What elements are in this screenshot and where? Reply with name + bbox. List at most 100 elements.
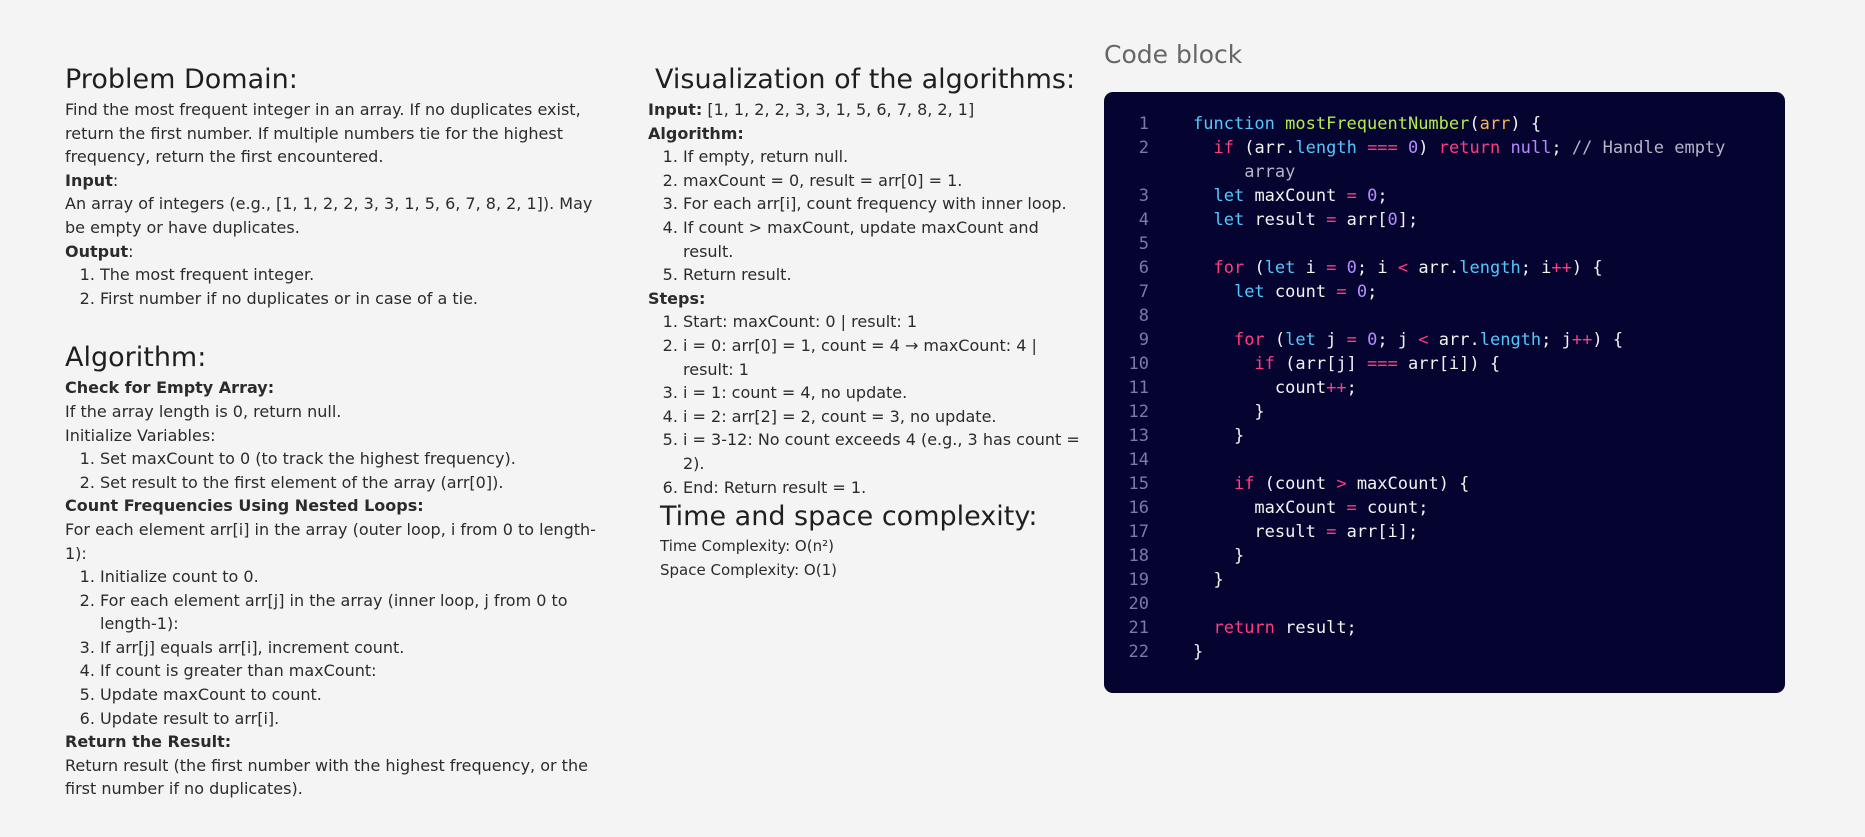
line-number: 15 (1128, 474, 1149, 494)
line-number: 1 (1138, 114, 1149, 134)
line-number: 6 (1138, 258, 1149, 278)
code-line: 16 maxCount = count; (1104, 496, 1785, 520)
code-column: Code block 1 function mostFrequentNumber(… (1104, 38, 1785, 693)
code-line: 18 } (1104, 544, 1785, 568)
list-item: Start: maxCount: 0 | result: 1 (683, 310, 1088, 334)
code-text: count++; (1193, 378, 1357, 398)
code-text: for (let i = 0; i < arr.length; i++) { (1213, 258, 1603, 278)
output-list: The most frequent integer. First number … (65, 263, 615, 310)
time-complexity: Time Complexity: O(n²) (660, 537, 834, 556)
code-text: if (arr.length === 0) return null; // Ha… (1213, 138, 1726, 182)
line-number: 3 (1138, 186, 1149, 206)
list-item: If count > maxCount, update maxCount and… (683, 216, 1088, 263)
count-text: For each element arr[i] in the array (ou… (65, 519, 596, 563)
algorithm-heading: Algorithm: (65, 342, 207, 374)
return-text: Return result (the first number with the… (65, 755, 588, 799)
viz-input-label: Input: (648, 100, 703, 119)
input-section: Input: (65, 170, 119, 190)
input-label: Input (65, 170, 113, 190)
space-complexity: Space Complexity: O(1) (660, 560, 837, 579)
list-item: i = 3-12: No count exceeds 4 (e.g., 3 ha… (683, 428, 1088, 475)
viz-steps-list: Start: maxCount: 0 | result: 1 i = 0: ar… (648, 310, 1088, 499)
list-item: The most frequent integer. (100, 263, 615, 287)
code-line: 4 let result = arr[0]; (1104, 208, 1785, 232)
code-text: for (let j = 0; j < arr.length; j++) { (1233, 330, 1624, 350)
code-line: 14 (1104, 448, 1785, 472)
check-empty-text: If the array length is 0, return null. (65, 401, 342, 421)
list-item: Set result to the first element of the a… (100, 471, 615, 495)
code-line: 8 (1104, 304, 1785, 328)
list-item: Return result. (683, 263, 1088, 287)
output-section: Output: (65, 241, 134, 261)
line-number: 11 (1128, 378, 1149, 398)
code-line: 21 return result; (1104, 616, 1785, 640)
line-number: 10 (1128, 354, 1149, 374)
complexity-heading: Time and space complexity: (660, 501, 1038, 533)
visualization-heading: Visualization of the algorithms: (655, 64, 1076, 95)
code-text: } (1193, 642, 1204, 662)
problem-description: Find the most frequent integer in an arr… (65, 100, 581, 167)
code-text: if (arr[j] === arr[i]) { (1254, 354, 1501, 374)
code-line: 1 function mostFrequentNumber(arr) { (1104, 112, 1785, 136)
code-line: 7 let count = 0; (1104, 280, 1785, 304)
code-block-heading: Code block (1104, 40, 1243, 69)
list-item: If empty, return null. (683, 145, 1088, 169)
viz-steps-label: Steps: (648, 288, 706, 308)
list-item: Update result to arr[i]. (100, 707, 615, 731)
list-item: If arr[j] equals arr[i], increment count… (100, 636, 615, 660)
list-item: i = 2: arr[2] = 2, count = 3, no update. (683, 405, 1088, 429)
problem-domain-heading: Problem Domain: (65, 64, 298, 95)
code-text: } (1193, 402, 1265, 422)
list-item: First number if no duplicates or in case… (100, 287, 615, 311)
list-item: For each arr[i], count frequency with in… (683, 192, 1088, 216)
output-label: Output (65, 241, 129, 261)
code-text: result = arr[i]; (1193, 522, 1419, 542)
list-item: If count is greater than maxCount: (100, 659, 615, 683)
line-number: 7 (1138, 282, 1149, 302)
code-line: 3 let maxCount = 0; (1104, 184, 1785, 208)
init-list: Set maxCount to 0 (to track the highest … (65, 447, 615, 494)
code-line: 2 if (arr.length === 0) return null; // … (1104, 136, 1785, 184)
code-text: return result; (1213, 618, 1357, 638)
input-text: An array of integers (e.g., [1, 1, 2, 2,… (65, 194, 593, 237)
line-number: 14 (1128, 450, 1149, 470)
code-block: 1 function mostFrequentNumber(arr) {2 if … (1104, 92, 1785, 693)
code-line: 17 result = arr[i]; (1104, 520, 1785, 544)
count-list: Initialize count to 0. For each element … (65, 565, 615, 730)
init-text: Initialize Variables: (65, 425, 216, 445)
line-number: 2 (1138, 138, 1149, 158)
code-text: let count = 0; (1233, 282, 1378, 302)
list-item: End: Return result = 1. (683, 476, 1088, 500)
code-line: 20 (1104, 592, 1785, 616)
code-line: 10 if (arr[j] === arr[i]) { (1104, 352, 1785, 376)
code-text: maxCount = count; (1193, 498, 1429, 518)
list-item: Set maxCount to 0 (to track the highest … (100, 447, 615, 471)
viz-algorithm-list: If empty, return null. maxCount = 0, res… (648, 145, 1088, 287)
list-item: maxCount = 0, result = arr[0] = 1. (683, 169, 1088, 193)
line-number: 4 (1138, 210, 1149, 230)
line-number: 21 (1128, 618, 1149, 638)
code-text: } (1193, 426, 1245, 446)
list-item: i = 1: count = 4, no update. (683, 381, 1088, 405)
line-number: 12 (1128, 402, 1149, 422)
list-item: For each element arr[j] in the array (in… (100, 589, 615, 636)
code-line: 19 } (1104, 568, 1785, 592)
list-item: Initialize count to 0. (100, 565, 615, 589)
line-number: 13 (1128, 426, 1149, 446)
code-text: } (1193, 570, 1224, 590)
code-line: 6 for (let i = 0; i < arr.length; i++) { (1104, 256, 1785, 280)
code-line: 13 } (1104, 424, 1785, 448)
line-number: 19 (1128, 570, 1149, 590)
line-number: 8 (1138, 306, 1149, 326)
line-number: 22 (1128, 642, 1149, 662)
line-number: 18 (1128, 546, 1149, 566)
code-text: } (1193, 546, 1245, 566)
code-line: 5 (1104, 232, 1785, 256)
code-line: 9 for (let j = 0; j < arr.length; j++) { (1104, 328, 1785, 352)
code-text: let maxCount = 0; (1213, 186, 1388, 206)
code-line: 11 count++; (1104, 376, 1785, 400)
list-item: Update maxCount to count. (100, 683, 615, 707)
code-line: 22} (1104, 640, 1785, 664)
